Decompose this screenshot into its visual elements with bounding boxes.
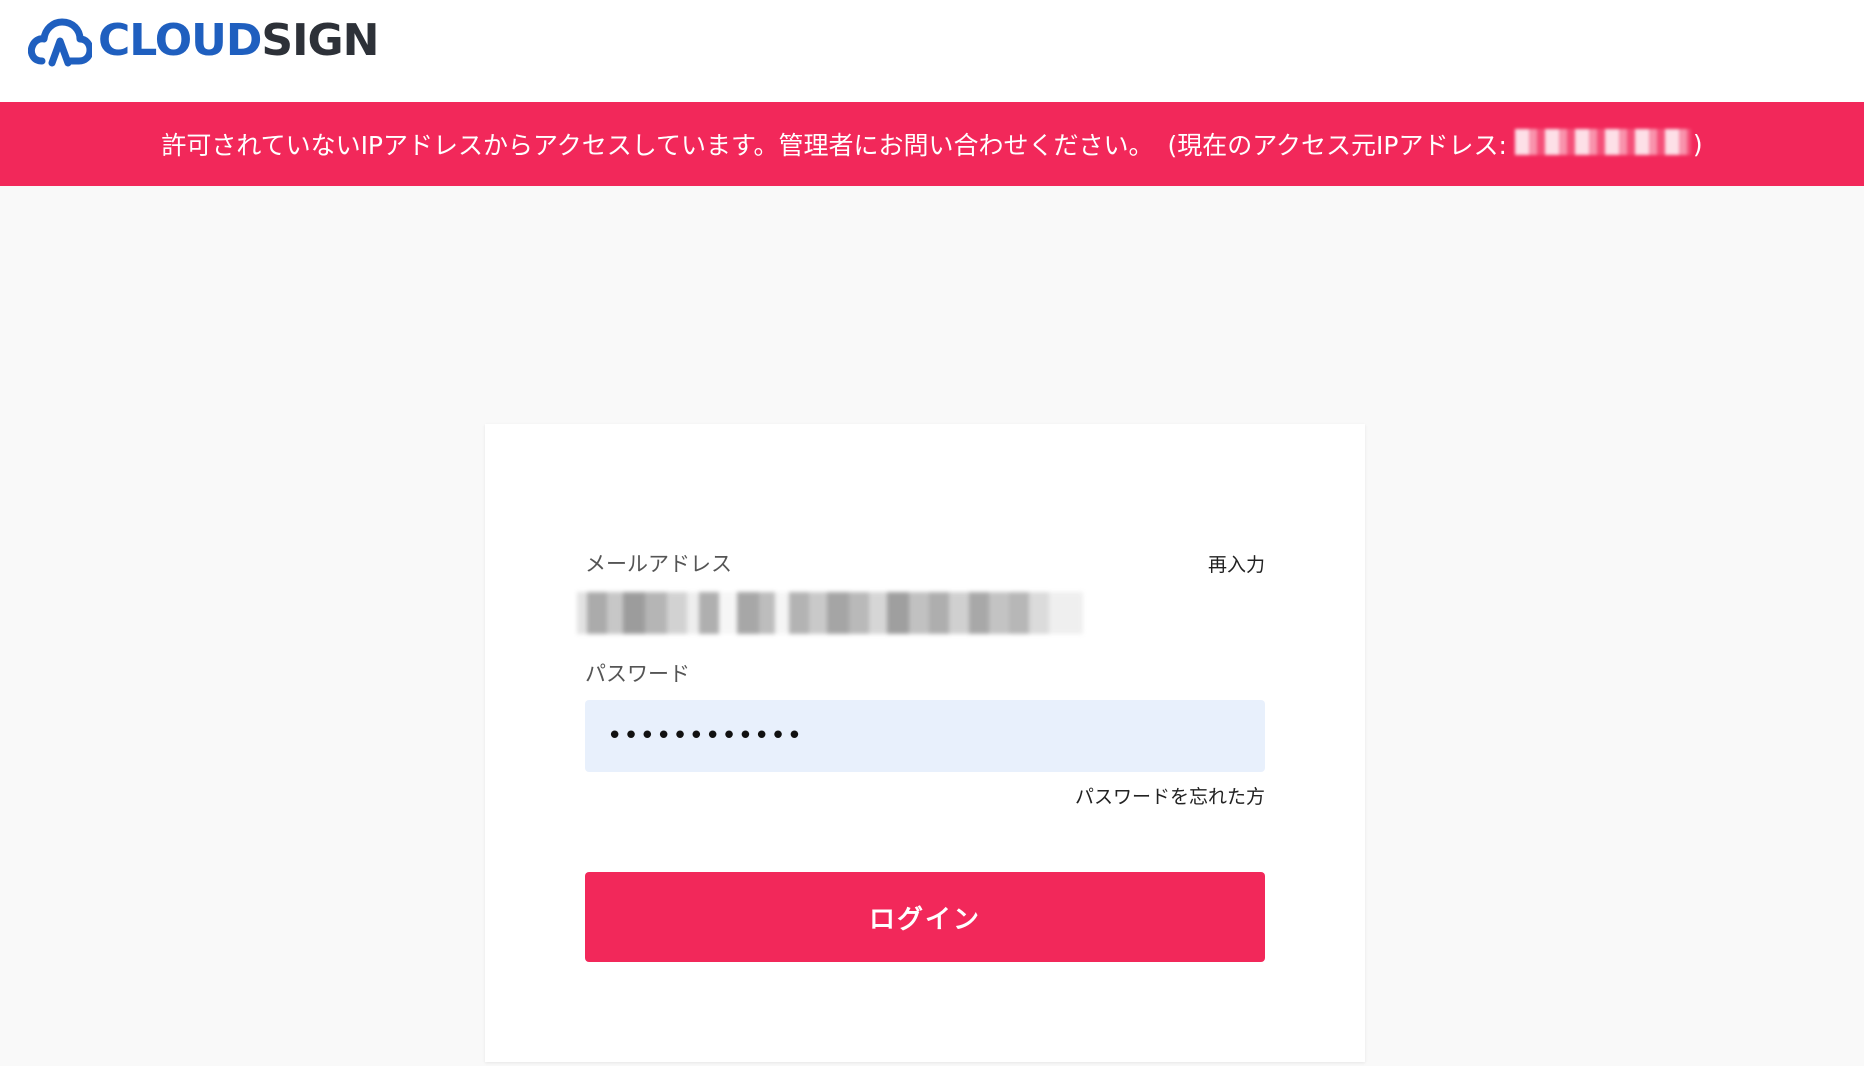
ip-restriction-alert: 許可されていないIPアドレスからアクセスしています。管理者にお問い合わせください… <box>0 102 1864 186</box>
cloud-upload-icon <box>28 18 92 67</box>
reenter-link[interactable]: 再入力 <box>1208 550 1265 577</box>
alert-message: 許可されていないIPアドレスからアクセスしています。管理者にお問い合わせください… <box>161 131 1154 160</box>
password-label-wrap: パスワード <box>585 658 690 688</box>
logo-wordmark: CLOUDSIGN <box>98 19 379 63</box>
email-label: メールアドレス <box>585 552 732 576</box>
logo-cloud-text: CLOUD <box>98 15 262 66</box>
login-card: メールアドレス 再入力 パスワード パスワードを忘れた方 ログイン <box>485 424 1365 1062</box>
logo-sign-text: SIGN <box>261 15 379 66</box>
forgot-password-link[interactable]: パスワードを忘れた方 <box>1075 782 1265 809</box>
password-label: パスワード <box>585 662 690 686</box>
alert-ip-prefix: (現在のアクセス元IPアドレス: <box>1167 131 1507 160</box>
site-header: CLOUDSIGN <box>0 0 1864 102</box>
alert-ip-suffix: ) <box>1692 129 1703 159</box>
cloudsign-logo[interactable]: CLOUDSIGN <box>28 10 379 72</box>
email-label-row: メールアドレス 再入力 <box>585 548 1265 578</box>
login-button[interactable]: ログイン <box>585 872 1265 962</box>
redacted-ip-address <box>1514 129 1691 155</box>
password-input[interactable] <box>585 700 1265 772</box>
redacted-email-value <box>577 592 1083 634</box>
